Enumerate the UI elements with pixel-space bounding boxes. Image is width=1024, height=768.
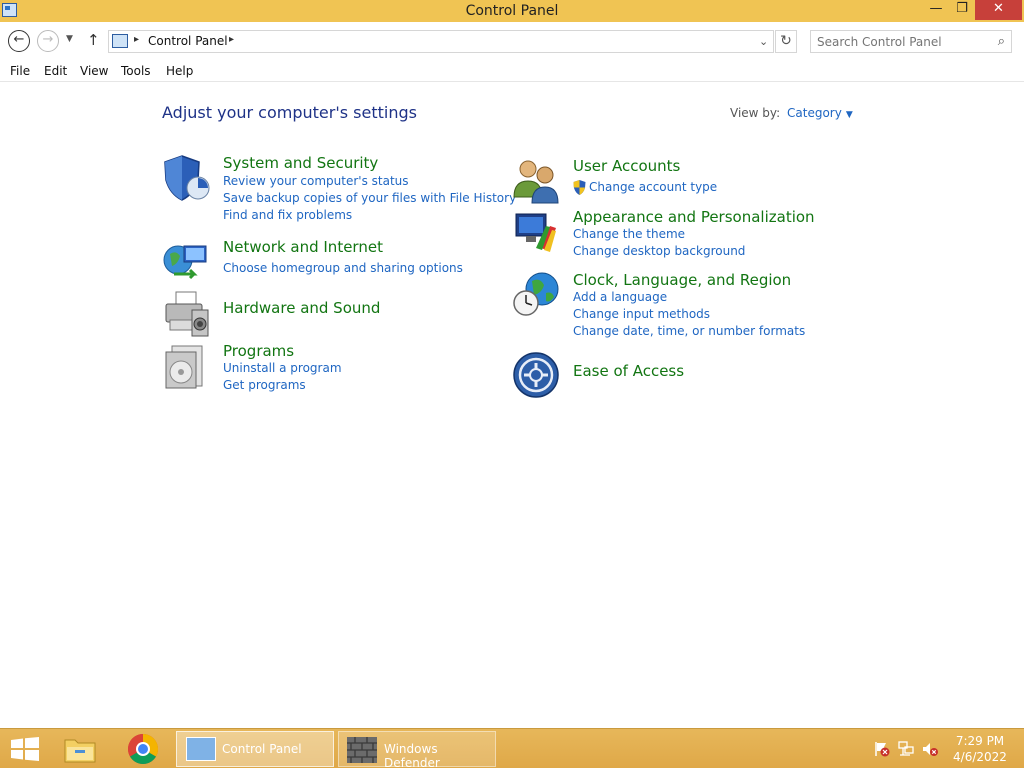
forward-button[interactable]: →	[37, 30, 59, 52]
back-button[interactable]: ←	[8, 30, 30, 52]
title-bar: Control Panel — ❐ ✕	[0, 0, 1024, 22]
chrome-icon[interactable]	[127, 733, 159, 765]
category-appearance: Appearance and Personalization Change th…	[512, 208, 842, 262]
breadcrumb-chevron-icon[interactable]: ▸	[229, 34, 234, 45]
category-title[interactable]: System and Security	[223, 154, 378, 172]
breadcrumb-chevron-icon[interactable]: ▸	[134, 34, 139, 45]
menu-tools[interactable]: Tools	[121, 64, 151, 78]
link-change-input-methods[interactable]: Change input methods	[573, 307, 710, 321]
category-hardware-sound: Hardware and Sound	[162, 290, 492, 338]
page-title: Adjust your computer's settings	[162, 103, 417, 122]
control-panel-icon	[112, 34, 128, 48]
clock-time: 7:29 PM	[955, 734, 1005, 748]
search-input[interactable]	[817, 32, 987, 52]
link-get-programs[interactable]: Get programs	[223, 378, 306, 392]
defender-wall-icon	[347, 737, 377, 763]
clock-date: 4/6/2022	[953, 750, 1007, 764]
recent-locations-dropdown[interactable]: ▼	[66, 34, 73, 44]
taskbar-app-control-panel[interactable]: Control Panel	[176, 731, 334, 767]
link-find-fix-problems[interactable]: Find and fix problems	[223, 208, 352, 222]
address-row: ← → ▼ ↑ ▸ Control Panel ▸ ⌄ ↻ ⌕	[0, 22, 1024, 60]
category-user-accounts: User Accounts Change account type	[512, 157, 842, 205]
link-uninstall-program[interactable]: Uninstall a program	[223, 361, 342, 375]
programs-icon[interactable]	[162, 342, 210, 390]
link-homegroup-sharing[interactable]: Choose homegroup and sharing options	[223, 261, 463, 275]
taskbar-clock[interactable]: 7:29 PM 4/6/2022	[952, 733, 1008, 765]
search-box[interactable]: ⌕	[810, 30, 1012, 53]
action-center-flag-icon[interactable]	[874, 741, 890, 757]
close-button[interactable]: ✕	[975, 0, 1022, 20]
volume-muted-icon[interactable]	[922, 741, 938, 757]
category-title[interactable]: Appearance and Personalization	[573, 208, 815, 226]
menu-file[interactable]: File	[10, 64, 30, 78]
file-explorer-icon[interactable]	[63, 734, 97, 764]
category-title[interactable]: Ease of Access	[573, 362, 684, 380]
globe-clock-icon[interactable]	[512, 271, 560, 319]
view-by-label: View by:	[730, 106, 781, 120]
taskbar-app-label: Windows Defender	[384, 742, 440, 768]
ease-of-access-icon[interactable]	[512, 351, 560, 399]
link-file-history[interactable]: Save backup copies of your files with Fi…	[223, 191, 516, 205]
shield-icon[interactable]	[162, 154, 210, 202]
search-icon[interactable]: ⌕	[998, 34, 1005, 49]
users-icon[interactable]	[512, 157, 560, 205]
link-add-language[interactable]: Add a language	[573, 290, 667, 304]
start-button[interactable]	[10, 737, 40, 761]
breadcrumb-control-panel[interactable]: Control Panel	[148, 34, 228, 48]
window-title: Control Panel	[465, 3, 559, 19]
menu-edit[interactable]: Edit	[44, 64, 67, 78]
view-by-value[interactable]: Category	[787, 106, 842, 120]
link-review-status[interactable]: Review your computer's status	[223, 174, 409, 188]
menu-bar: File Edit View Tools Help	[0, 60, 1024, 82]
taskbar-app-label: Control Panel	[222, 742, 302, 756]
chevron-down-icon[interactable]: ▼	[846, 110, 853, 120]
category-system-security: System and Security Review your computer…	[162, 154, 516, 234]
category-title[interactable]: Clock, Language, and Region	[573, 271, 791, 289]
menu-help[interactable]: Help	[166, 64, 193, 78]
maximize-button[interactable]: ❐	[947, 0, 977, 20]
link-change-account-type[interactable]: Change account type	[589, 180, 717, 194]
menu-view[interactable]: View	[80, 64, 108, 78]
category-network-internet: Network and Internet Choose homegroup an…	[162, 238, 492, 286]
uac-shield-icon	[573, 180, 586, 195]
view-by-dropdown[interactable]: Category ▼	[787, 106, 853, 120]
control-panel-icon	[186, 737, 216, 761]
link-change-theme[interactable]: Change the theme	[573, 227, 685, 241]
monitor-paint-icon[interactable]	[512, 208, 560, 256]
category-title[interactable]: Network and Internet	[223, 238, 383, 256]
network-icon[interactable]	[162, 238, 210, 286]
taskbar: Control Panel Windows Defender 7:29 PM 4…	[0, 728, 1024, 768]
category-title[interactable]: User Accounts	[573, 157, 680, 175]
up-button[interactable]: ↑	[87, 31, 100, 49]
category-title[interactable]: Programs	[223, 342, 294, 360]
category-title[interactable]: Hardware and Sound	[223, 299, 380, 317]
network-status-icon[interactable]	[898, 741, 914, 757]
category-programs: Programs Uninstall a program Get program…	[162, 342, 492, 392]
link-change-desktop-background[interactable]: Change desktop background	[573, 244, 745, 258]
address-bar[interactable]: ▸ Control Panel ▸ ⌄	[108, 30, 774, 53]
category-clock-language-region: Clock, Language, and Region Add a langua…	[512, 271, 842, 341]
refresh-button[interactable]: ↻	[775, 30, 797, 53]
category-ease-of-access: Ease of Access	[512, 351, 842, 401]
taskbar-app-windows-defender[interactable]: Windows Defender	[338, 731, 496, 768]
address-dropdown-icon[interactable]: ⌄	[759, 35, 768, 48]
printer-icon[interactable]	[162, 290, 210, 338]
link-change-date-time-formats[interactable]: Change date, time, or number formats	[573, 324, 805, 338]
